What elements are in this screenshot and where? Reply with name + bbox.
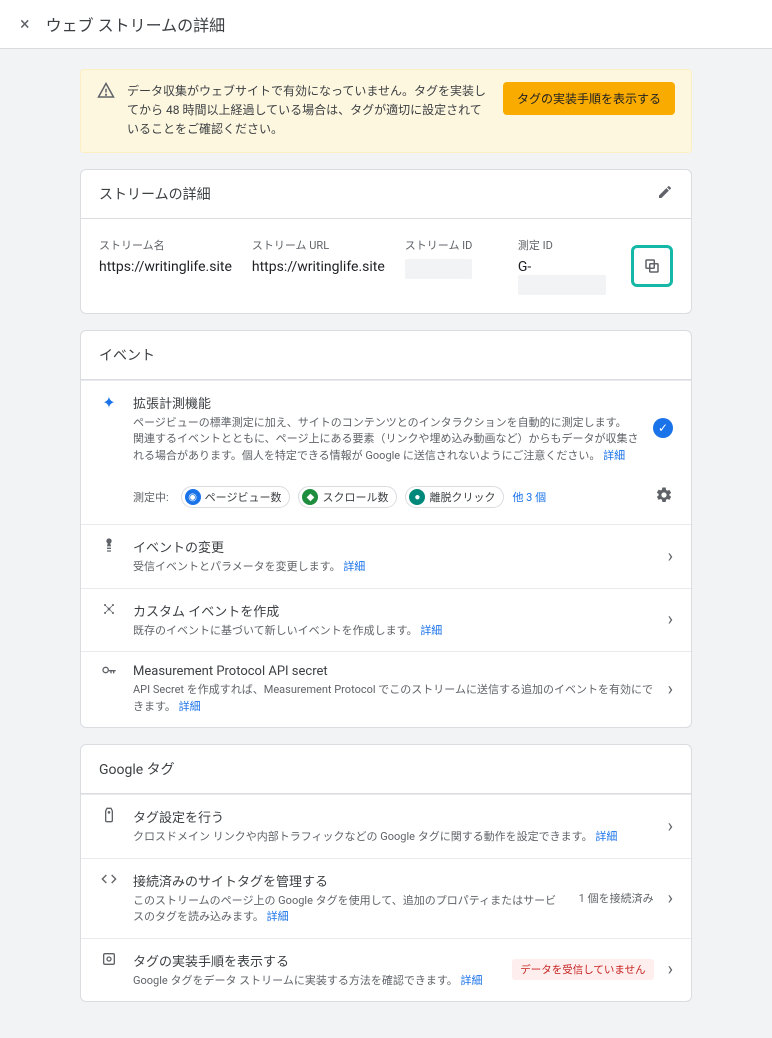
connected-count-badge: 1 個を接続済み — [579, 890, 654, 906]
enhanced-title: 拡張計測機能 — [133, 393, 639, 412]
measurement-id-label: 測定 ID — [518, 237, 611, 253]
page-header: × ウェブ ストリームの詳細 — [0, 0, 772, 49]
settings-link[interactable]: 詳細 — [595, 830, 617, 843]
warning-icon — [97, 82, 115, 105]
eye-icon: ◉ — [185, 489, 201, 505]
modify-link[interactable]: 詳細 — [343, 560, 365, 573]
settings-desc: クロスドメイン リンクや内部トラフィックなどの Google タグに関する動作を… — [133, 830, 593, 843]
enhanced-measurement-row: ✦ 拡張計測機能 ページビューの標準測定に加え、サイトのコンテンツとのインタラク… — [81, 380, 691, 477]
install-instructions-row[interactable]: タグの実装手順を表示する Google タグをデータ ストリームに実装する方法を… — [81, 938, 691, 1002]
gtag-title: Google タグ — [99, 759, 175, 779]
install-desc: Google タグをデータ ストリームに実装する方法を確認できます。 — [133, 974, 458, 987]
chevron-right-icon: › — [668, 609, 673, 630]
no-data-badge: データを受信していません — [512, 959, 653, 980]
stream-id-label: ストリーム ID — [405, 237, 498, 253]
scroll-icon: ◆ — [302, 489, 318, 505]
chevron-right-icon: › — [668, 546, 673, 567]
install-title: タグの実装手順を表示する — [133, 951, 498, 970]
connected-link[interactable]: 詳細 — [267, 910, 289, 923]
page-title: ウェブ ストリームの詳細 — [46, 12, 226, 36]
stream-name-col: ストリーム名 https://writinglife.site — [99, 237, 232, 275]
stream-id-col: ストリーム ID x — [405, 237, 498, 279]
stream-url-value: https://writinglife.site — [252, 259, 385, 275]
stream-details-title: ストリームの詳細 — [99, 184, 211, 204]
enhanced-link[interactable]: 詳細 — [603, 449, 625, 462]
custom-desc: 既存のイベントに基づいて新しいイベントを作成します。 — [133, 624, 418, 637]
sparkle-icon: ✦ — [99, 393, 119, 412]
stream-details-card: ストリームの詳細 ストリーム名 https://writinglife.site… — [80, 169, 692, 314]
chip-pageview: ◉ページビュー数 — [181, 486, 291, 508]
click-icon: ● — [409, 489, 425, 505]
key-icon — [99, 664, 119, 680]
api-secret-row[interactable]: Measurement Protocol API secret API Secr… — [81, 651, 691, 727]
stream-name-label: ストリーム名 — [99, 237, 232, 253]
connected-desc: このストリームのページ上の Google タグを使用して、追加のプロパティまたは… — [133, 894, 556, 924]
chevron-right-icon: › — [668, 679, 673, 700]
warning-text: データ収集がウェブサイトで有効になっていません。タグを実装してから 48 時間以… — [127, 82, 491, 140]
tag-settings-row[interactable]: タグ設定を行う クロスドメイン リンクや内部トラフィックなどの Google タ… — [81, 794, 691, 858]
modify-title: イベントの変更 — [133, 537, 654, 556]
custom-link[interactable]: 詳細 — [420, 624, 442, 637]
warning-banner: データ収集がウェブサイトで有効になっていません。タグを実装してから 48 時間以… — [80, 69, 692, 153]
chip-click: ●離脱クリック — [405, 486, 504, 508]
stream-url-label: ストリーム URL — [252, 237, 385, 253]
events-card: イベント ✦ 拡張計測機能 ページビューの標準測定に加え、サイトのコンテンツとの… — [80, 330, 692, 729]
gear-icon[interactable] — [655, 486, 673, 508]
chevron-right-icon: › — [668, 816, 673, 837]
chevron-right-icon: › — [668, 959, 673, 980]
chip-scroll: ◆スクロール数 — [298, 486, 397, 508]
show-tag-instructions-button[interactable]: タグの実装手順を表示する — [503, 82, 675, 115]
api-link[interactable]: 詳細 — [179, 700, 201, 713]
stream-url-col: ストリーム URL https://writinglife.site — [252, 237, 385, 275]
google-tag-card: Google タグ タグ設定を行う クロスドメイン リンクや内部トラフィックなど… — [80, 744, 692, 1002]
chevron-right-icon: › — [668, 888, 673, 909]
close-icon[interactable]: × — [20, 14, 30, 35]
api-desc: API Secret を作成すれば、Measurement Protocol で… — [133, 683, 653, 713]
stream-id-value: x — [405, 259, 472, 279]
enhanced-desc2: 関連するイベントとともに、ページ上にある要素（リンクや埋め込み動画など）からもデ… — [133, 432, 638, 462]
custom-events-row[interactable]: カスタム イベントを作成 既存のイベントに基づいて新しいイベントを作成します。 … — [81, 588, 691, 652]
modify-events-row[interactable]: イベントの変更 受信イベントとパラメータを変更します。 詳細 › — [81, 524, 691, 588]
code-icon — [99, 871, 119, 887]
measurement-id-value: G- — [518, 259, 531, 275]
chip-more-link[interactable]: 他 3 個 — [512, 489, 546, 505]
custom-icon — [99, 601, 119, 617]
tag-icon — [99, 807, 119, 823]
connected-tags-row[interactable]: 接続済みのサイトタグを管理する このストリームのページ上の Google タグを… — [81, 858, 691, 938]
enhanced-toggle[interactable]: ✓ — [653, 418, 673, 438]
measurement-chips-row: 測定中: ◉ページビュー数 ◆スクロール数 ●離脱クリック 他 3 個 — [81, 476, 691, 524]
install-link[interactable]: 詳細 — [460, 974, 482, 987]
connected-title: 接続済みのサイトタグを管理する — [133, 871, 565, 890]
measuring-label: 測定中: — [133, 489, 169, 505]
settings-title: タグ設定を行う — [133, 807, 654, 826]
api-title: Measurement Protocol API secret — [133, 664, 654, 679]
modify-icon — [99, 537, 119, 553]
events-title: イベント — [99, 345, 155, 365]
copy-measurement-id-button[interactable] — [631, 245, 673, 287]
stream-name-value: https://writinglife.site — [99, 259, 232, 275]
custom-title: カスタム イベントを作成 — [133, 601, 654, 620]
measurement-id-col: 測定 ID G-xxxx — [518, 237, 611, 295]
edit-icon[interactable] — [657, 184, 673, 204]
modify-desc: 受信イベントとパラメータを変更します。 — [133, 560, 341, 573]
enhanced-desc1: ページビューの標準測定に加え、サイトのコンテンツとのインタラクションを自動的に測… — [133, 415, 639, 432]
install-icon — [99, 951, 119, 967]
